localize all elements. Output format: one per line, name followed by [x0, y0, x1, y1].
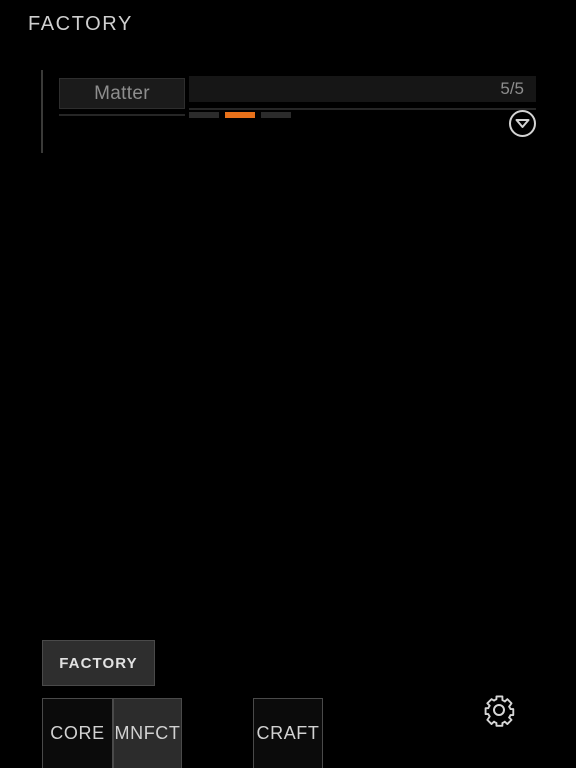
page-title: FACTORY	[28, 13, 133, 35]
resource-matter-button[interactable]: Matter	[59, 78, 185, 109]
tab-core[interactable]: CORE	[42, 698, 113, 768]
resource-panel: Matter 5/5	[0, 60, 576, 160]
progress-bar-underline	[189, 108, 536, 110]
tab-mnfct[interactable]: MNFCT	[113, 698, 182, 768]
resource-name-underline	[59, 114, 185, 116]
chevron-down-circle-icon[interactable]	[509, 110, 536, 137]
panel-vertical-rule	[41, 70, 43, 153]
bottom-navigation: FACTORY CORE MNFCT CRAFT	[0, 640, 576, 768]
section-button-factory[interactable]: FACTORY	[42, 640, 155, 686]
tab-mnfct-label: MNFCT	[114, 723, 181, 743]
tab-craft[interactable]: CRAFT	[253, 698, 323, 768]
section-button-label: FACTORY	[59, 654, 138, 672]
tier-segment-1[interactable]	[189, 112, 219, 118]
tier-segment-2-active[interactable]	[225, 112, 255, 118]
resource-matter-progress-bar[interactable]: 5/5	[189, 76, 536, 102]
progress-bar-value-label: 5/5	[500, 79, 524, 98]
resource-matter-label: Matter	[94, 82, 150, 104]
tab-core-label: CORE	[50, 723, 105, 743]
resource-tier-segments[interactable]	[189, 112, 291, 118]
tier-segment-3[interactable]	[261, 112, 291, 118]
gear-icon[interactable]	[479, 690, 519, 730]
tab-craft-label: CRAFT	[256, 723, 320, 743]
